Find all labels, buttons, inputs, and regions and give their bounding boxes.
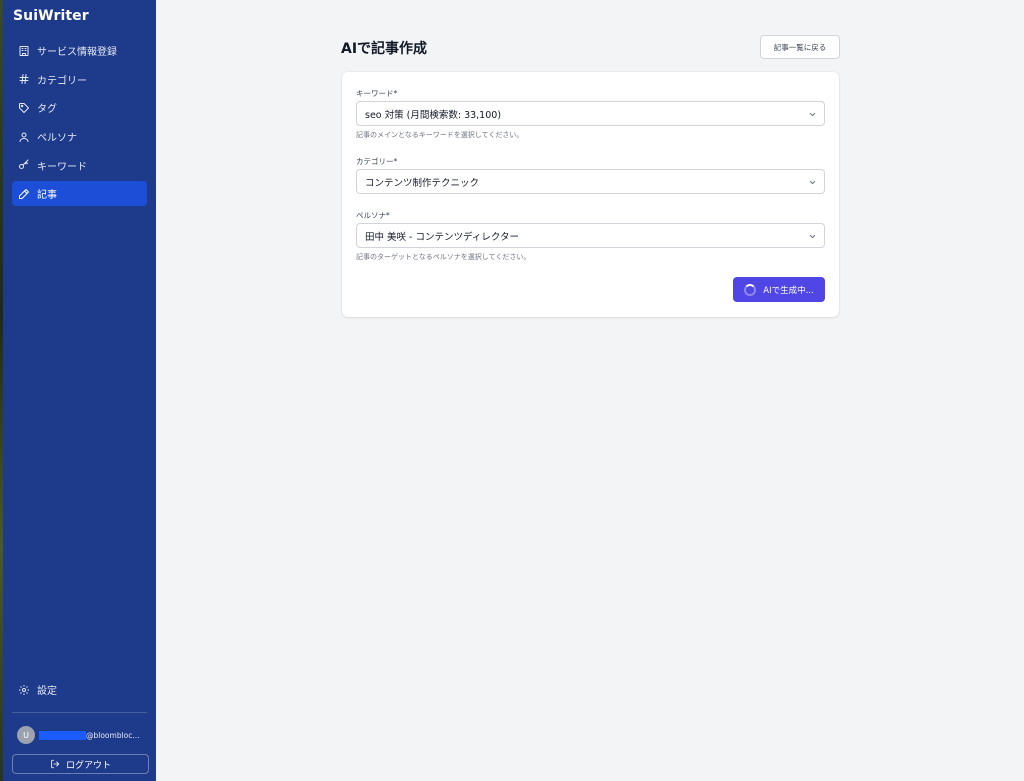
category-label: カテゴリー* bbox=[356, 157, 398, 166]
persona-hint: 記事のターゲットとなるペルソナを選択してください。 bbox=[356, 253, 531, 261]
chevron-down-icon bbox=[809, 180, 816, 185]
back-to-articles-button[interactable]: 記事一覧に戻る bbox=[760, 35, 840, 59]
page-title: AIで記事作成 bbox=[341, 41, 428, 57]
category-select[interactable]: コンテンツ制作テクニック bbox=[356, 169, 825, 194]
generate-with-ai-button[interactable]: AIで生成中... bbox=[733, 277, 825, 302]
building-icon bbox=[19, 45, 29, 56]
persona-select[interactable]: 田中 美咲 - コンテンツディレクター bbox=[356, 223, 825, 248]
sidebar-item-category[interactable]: カテゴリー bbox=[12, 67, 147, 92]
category-select-value: コンテンツ制作テクニック bbox=[365, 177, 480, 189]
pencil-icon bbox=[19, 188, 29, 199]
sidebar-divider bbox=[12, 712, 147, 713]
sidebar-item-label: 記事 bbox=[37, 190, 57, 202]
sidebar-item-label: ペルソナ bbox=[37, 133, 77, 145]
user-info: U @bloombloc... bbox=[17, 726, 147, 744]
sidebar-item-label: タグ bbox=[37, 104, 57, 116]
logout-label: ログアウト bbox=[65, 760, 111, 771]
sidebar-item-label: サービス情報登録 bbox=[37, 47, 117, 58]
keyword-select-value: seo 対策 (月間検索数: 33,100) bbox=[365, 109, 502, 121]
logout-icon bbox=[51, 759, 60, 769]
redacted-email-part bbox=[39, 730, 86, 740]
sidebar-nav: サービス情報登録 カテゴリー タグ ペルソナ キーワード 記事 bbox=[12, 38, 147, 210]
article-form-card: キーワード* seo 対策 (月間検索数: 33,100) 記事のメインとなるキ… bbox=[342, 72, 839, 317]
sidebar-item-service-info[interactable]: サービス情報登録 bbox=[12, 38, 147, 63]
sidebar-item-keyword[interactable]: キーワード bbox=[12, 153, 147, 178]
keyword-select[interactable]: seo 対策 (月間検索数: 33,100) bbox=[356, 101, 825, 126]
avatar: U bbox=[17, 726, 35, 744]
app-brand: SuiWriter bbox=[13, 8, 89, 24]
logout-button[interactable]: ログアウト bbox=[12, 754, 149, 774]
user-icon bbox=[19, 132, 29, 142]
loading-spinner-icon bbox=[744, 283, 757, 296]
persona-label: ペルソナ* bbox=[356, 211, 390, 220]
chevron-down-icon bbox=[809, 234, 816, 239]
user-email: @bloombloc... bbox=[86, 730, 140, 740]
persona-select-value: 田中 美咲 - コンテンツディレクター bbox=[365, 231, 519, 243]
key-icon bbox=[19, 159, 29, 170]
sidebar-item-persona[interactable]: ペルソナ bbox=[12, 124, 147, 149]
chevron-down-icon bbox=[809, 112, 816, 117]
sidebar-item-label: カテゴリー bbox=[37, 75, 87, 87]
gear-icon bbox=[19, 684, 29, 695]
sidebar: SuiWriter サービス情報登録 カテゴリー タグ ペルソナ キーワード 記… bbox=[3, 0, 156, 781]
settings-label: 設定 bbox=[37, 686, 57, 697]
keyword-hint: 記事のメインとなるキーワードを選択してください。 bbox=[356, 131, 524, 139]
sidebar-item-label: キーワード bbox=[37, 161, 87, 173]
generate-button-label: AIで生成中... bbox=[763, 285, 814, 296]
tag-icon bbox=[19, 102, 29, 113]
keyword-label: キーワード* bbox=[356, 89, 398, 98]
hash-icon bbox=[19, 74, 29, 85]
sidebar-item-settings[interactable]: 設定 bbox=[12, 677, 147, 702]
sidebar-item-tag[interactable]: タグ bbox=[12, 95, 147, 120]
sidebar-item-article[interactable]: 記事 bbox=[12, 181, 147, 207]
